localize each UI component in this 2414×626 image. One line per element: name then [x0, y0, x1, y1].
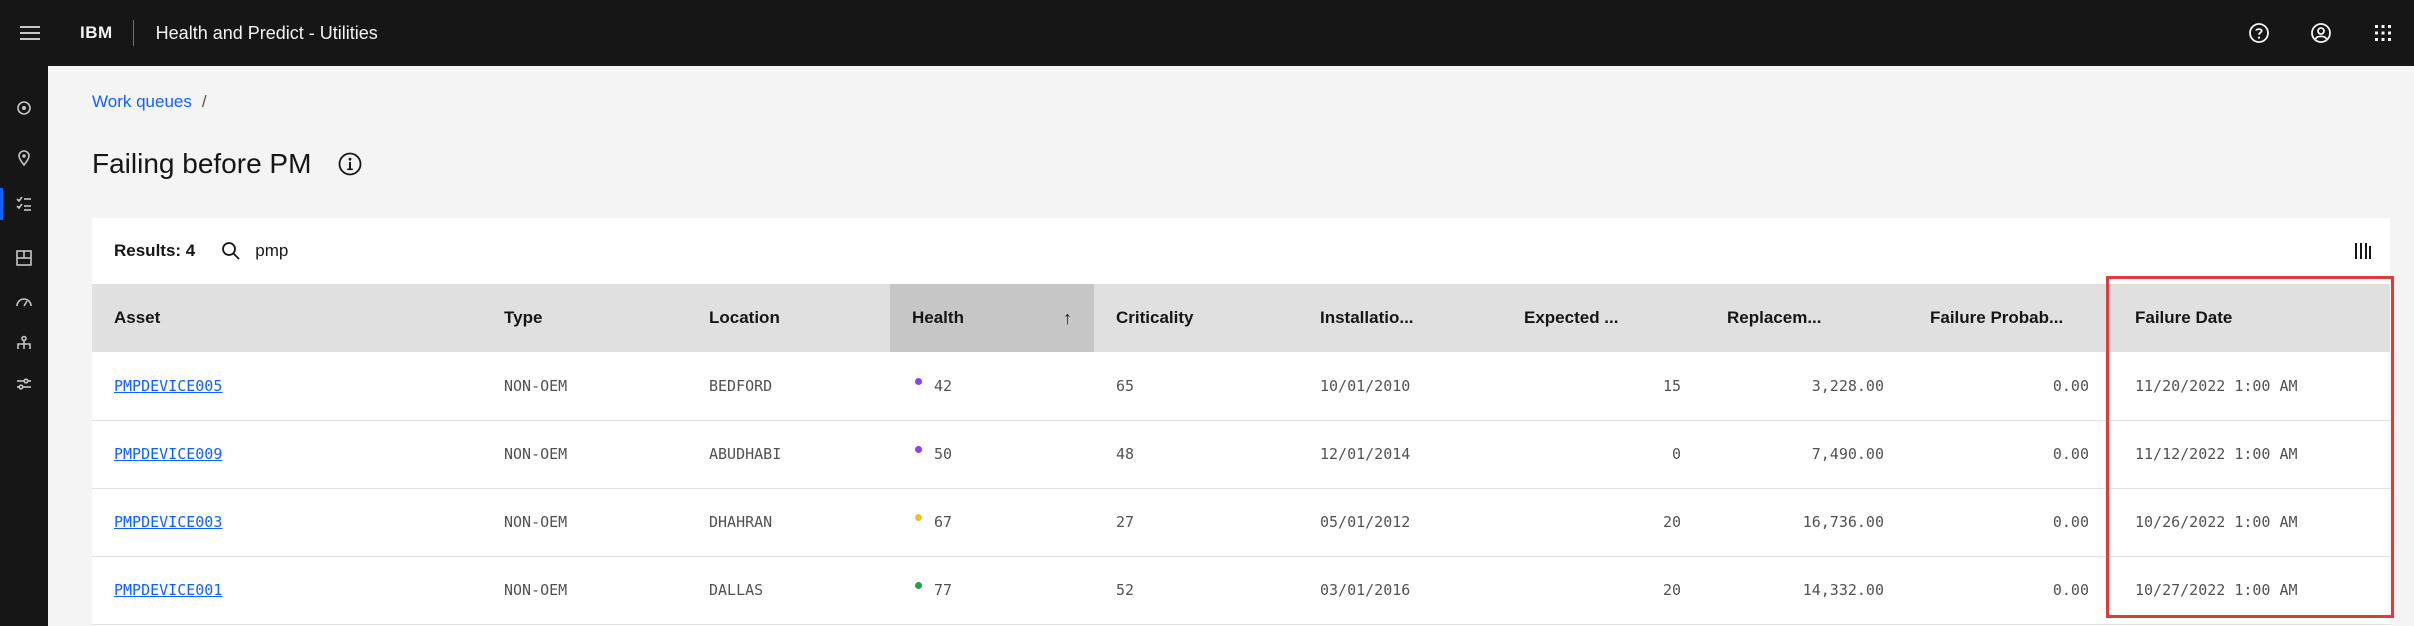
menu-icon[interactable] — [0, 0, 60, 66]
criticality-cell: 65 — [1094, 352, 1298, 421]
installation-cell: 12/01/2014 — [1298, 420, 1502, 489]
column-header-failure-probability[interactable]: Failure Probab... — [1908, 284, 2113, 352]
column-header-criticality[interactable]: Criticality — [1094, 284, 1298, 352]
health-value: 42 — [934, 376, 953, 395]
health-cell: 42 — [890, 352, 1094, 421]
failure-probability-cell: 0.00 — [1908, 556, 2113, 625]
replacement-cell: 14,332.00 — [1705, 556, 1908, 625]
criticality-cell: 52 — [1094, 556, 1298, 625]
replacement-cell: 3,228.00 — [1705, 352, 1908, 421]
location-cell: DHAHRAN — [687, 488, 890, 557]
page-title: Failing before PM — [92, 148, 312, 179]
location-cell: DALLAS — [687, 556, 890, 625]
replacement-cell: 16,736.00 — [1705, 488, 1908, 557]
installation-cell: 10/01/2010 — [1298, 352, 1502, 421]
settings-sliders-icon[interactable] — [0, 366, 48, 402]
failure-date-cell: 11/20/2022 1:00 AM — [2113, 352, 2390, 421]
type-cell: NON-OEM — [482, 352, 687, 421]
failure-date-cell: 11/12/2022 1:00 AM — [2113, 420, 2390, 489]
table-toolbar: Results: 4 — [92, 218, 2390, 284]
top-header: IBM Health and Predict - Utilities — [0, 0, 2414, 66]
type-cell: NON-OEM — [482, 488, 687, 557]
asset-cell: PMPDEVICE009 — [92, 420, 482, 489]
failure-probability-cell: 0.00 — [1908, 488, 2113, 557]
criticality-cell: 27 — [1094, 488, 1298, 557]
asset-link[interactable]: PMPDEVICE003 — [114, 513, 222, 531]
side-nav — [0, 66, 48, 626]
app-title[interactable]: Health and Predict - Utilities — [156, 23, 378, 44]
health-value: 50 — [934, 445, 953, 463]
breadcrumb-separator: / — [201, 92, 207, 111]
brand-logo[interactable]: IBM — [80, 20, 134, 46]
failure-probability-cell: 0.00 — [1908, 352, 2113, 421]
table-header-row: Asset Type Location Health ↑ Criticality… — [92, 284, 2390, 352]
installation-cell: 03/01/2016 — [1298, 556, 1502, 625]
gauge-icon[interactable] — [0, 284, 48, 320]
expected-cell: 15 — [1502, 352, 1705, 421]
data-table: Asset Type Location Health ↑ Criticality… — [92, 284, 2390, 625]
asset-cell: PMPDEVICE005 — [92, 352, 482, 421]
table-row[interactable]: PMPDEVICE009 NON-OEM ABUDHABI 50 48 12/0… — [92, 420, 2390, 489]
health-status-dot — [915, 582, 922, 589]
asset-link[interactable]: PMPDEVICE009 — [114, 445, 222, 463]
user-avatar-icon[interactable] — [2290, 0, 2352, 66]
health-status-dot — [915, 514, 922, 521]
expected-cell: 20 — [1502, 556, 1705, 625]
search-input[interactable] — [255, 241, 556, 261]
column-header-failure-date[interactable]: Failure Date — [2113, 284, 2390, 352]
type-cell: NON-OEM — [482, 556, 687, 625]
column-header-installation[interactable]: Installatio... — [1298, 284, 1502, 352]
expected-cell: 0 — [1502, 420, 1705, 489]
criticality-cell: 48 — [1094, 420, 1298, 489]
replacement-cell: 7,490.00 — [1705, 420, 1908, 489]
column-settings-icon[interactable] — [2352, 240, 2374, 262]
help-icon[interactable] — [2228, 0, 2290, 66]
sort-ascending-icon[interactable]: ↑ — [1063, 308, 1072, 329]
failure-date-cell: 10/27/2022 1:00 AM — [2113, 556, 2390, 625]
table-row[interactable]: PMPDEVICE001 NON-OEM DALLAS 77 52 03/01/… — [92, 556, 2390, 625]
location-pin-icon[interactable] — [0, 140, 48, 176]
health-cell: 50 — [890, 420, 1094, 489]
health-cell: 77 — [890, 556, 1094, 625]
health-value: 67 — [934, 513, 953, 531]
work-queues-icon[interactable] — [0, 186, 48, 222]
info-icon[interactable] — [337, 151, 363, 177]
health-status-dot — [915, 377, 922, 385]
column-header-location[interactable]: Location — [687, 284, 890, 352]
health-value: 77 — [934, 581, 953, 599]
table-row[interactable]: PMPDEVICE003 NON-OEM DHAHRAN 67 27 05/01… — [92, 488, 2390, 557]
asset-link[interactable]: PMPDEVICE005 — [114, 377, 222, 395]
location-cell: ABUDHABI — [687, 420, 890, 489]
health-cell: 67 — [890, 488, 1094, 557]
column-header-health[interactable]: Health ↑ — [890, 284, 1094, 352]
installation-cell: 05/01/2012 — [1298, 488, 1502, 557]
table-row[interactable]: PMPDEVICE005 NON-OEM BEDFORD 42 65 10/01… — [92, 352, 2390, 421]
failure-date-cell: 10/26/2022 1:00 AM — [2113, 488, 2390, 557]
column-header-expected[interactable]: Expected ... — [1502, 284, 1705, 352]
search-icon[interactable] — [221, 241, 241, 261]
breadcrumb-work-queues-link[interactable]: Work queues — [92, 92, 192, 112]
results-count: Results: 4 — [114, 241, 196, 260]
data-table-container: Results: 4 Asset Type Location Health ↑ — [92, 218, 2390, 626]
asset-link[interactable]: PMPDEVICE001 — [114, 581, 222, 599]
failure-probability-cell: 0.00 — [1908, 420, 2113, 489]
column-header-replacement[interactable]: Replacem... — [1705, 284, 1908, 352]
column-header-health-label: Health — [912, 308, 964, 327]
breadcrumb: Work queues / — [92, 92, 207, 112]
asset-cell: PMPDEVICE001 — [92, 556, 482, 625]
dashboard-icon[interactable] — [0, 240, 48, 276]
location-cell: BEDFORD — [687, 352, 890, 421]
asset-cell: PMPDEVICE003 — [92, 488, 482, 557]
column-header-type[interactable]: Type — [482, 284, 687, 352]
health-status-dot — [915, 446, 922, 453]
app-switcher-icon[interactable] — [2352, 0, 2414, 66]
type-cell: NON-OEM — [482, 420, 687, 489]
column-header-asset[interactable]: Asset — [92, 284, 482, 352]
home-icon[interactable] — [0, 90, 48, 126]
expected-cell: 20 — [1502, 488, 1705, 557]
hierarchy-icon[interactable] — [0, 326, 48, 362]
